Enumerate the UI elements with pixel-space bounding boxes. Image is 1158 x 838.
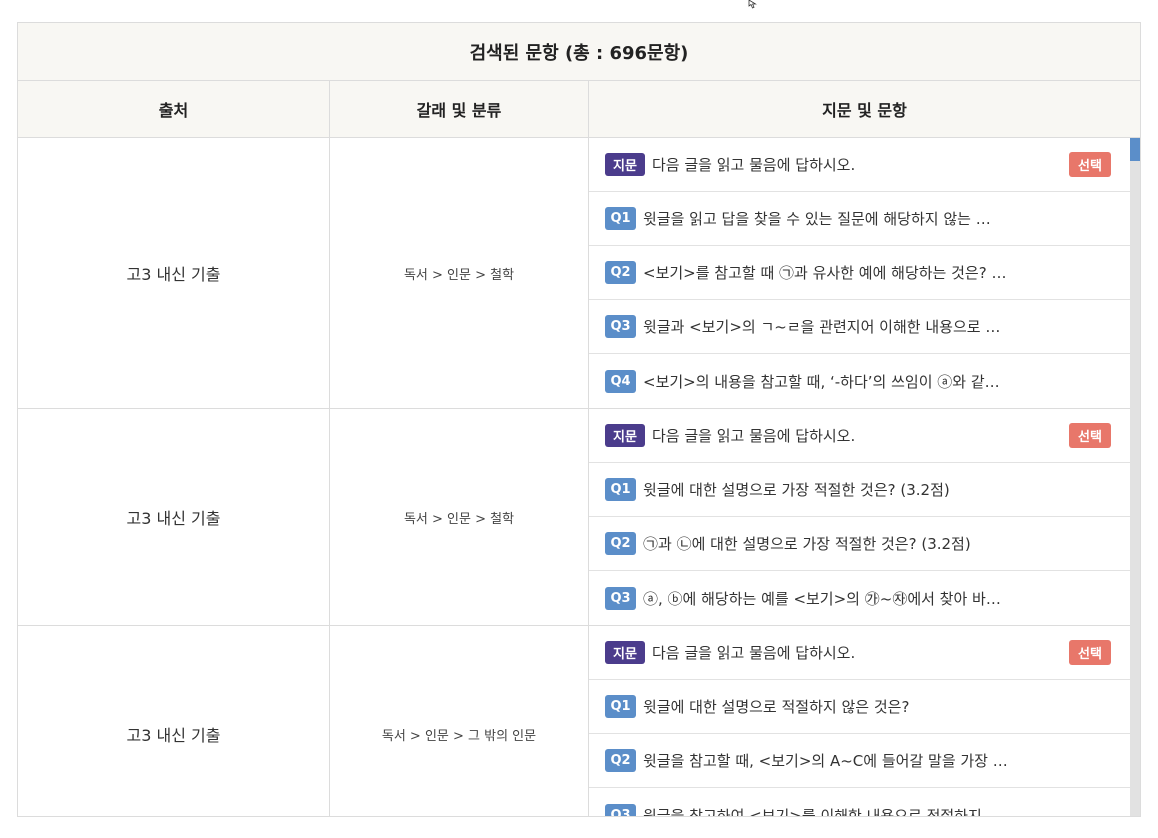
question-row[interactable]: Q4 <보기>의 내용을 참고할 때, ‘-하다’의 쓰임이 ⓐ와 같…	[589, 354, 1131, 408]
question-list: 지문 다음 글을 읽고 물음에 답하시오. 선택 Q1 윗글을 읽고 답을 찾을 수 있…	[589, 138, 1131, 408]
question-text[interactable]: 윗글을 읽고 답을 찾을 수 있는 질문에 해당하지 않는 …	[643, 208, 991, 229]
select-button[interactable]: 선택	[1069, 640, 1111, 665]
group-list: 고3 내신 기출 독서 > 인문 > 철학 지문 다음 글을 읽고 물음에 답하시오.…	[18, 138, 1140, 816]
passage-badge: 지문	[605, 153, 645, 176]
question-row[interactable]: Q2 윗글을 참고할 때, <보기>의 A~C에 들어갈 말을 가장 …	[589, 734, 1131, 788]
question-text[interactable]: ㉠과 ㉡에 대한 설명으로 가장 적절한 것은? (3.2점)	[643, 533, 971, 554]
question-number-badge: Q3	[605, 315, 636, 338]
question-number-badge: Q2	[605, 749, 636, 772]
question-list: 지문 다음 글을 읽고 물음에 답하시오. 선택 Q1 윗글에 대한 설명으로 적절하지…	[589, 626, 1131, 816]
question-list: 지문 다음 글을 읽고 물음에 답하시오. 선택 Q1 윗글에 대한 설명으로 가장 적…	[589, 409, 1131, 625]
question-row[interactable]: Q3 ⓐ, ⓑ에 해당하는 예를 <보기>의 ㉮~㉶에서 찾아 바…	[589, 571, 1131, 625]
passage-text[interactable]: 다음 글을 읽고 물음에 답하시오.	[652, 425, 855, 446]
question-number-badge: Q2	[605, 261, 636, 284]
passage-badge: 지문	[605, 641, 645, 664]
question-number-badge: Q1	[605, 695, 636, 718]
question-text[interactable]: 윗글에 대한 설명으로 적절하지 않은 것은?	[643, 696, 909, 717]
question-row[interactable]: Q1 윗글에 대한 설명으로 적절하지 않은 것은?	[589, 680, 1131, 734]
select-button[interactable]: 선택	[1069, 423, 1111, 448]
question-row[interactable]: Q3 윗글을 참고하여 <보기>를 이해한 내용으로 적절하지 …	[589, 788, 1131, 816]
question-group: 고3 내신 기출 독서 > 인문 > 철학 지문 다음 글을 읽고 물음에 답하시오.…	[18, 409, 1140, 626]
question-text[interactable]: <보기>를 참고할 때 ㉠과 유사한 예에 해당하는 것은? …	[643, 262, 1006, 283]
question-row[interactable]: Q1 윗글에 대한 설명으로 가장 적절한 것은? (3.2점)	[589, 463, 1131, 517]
question-text[interactable]: 윗글을 참고하여 <보기>를 이해한 내용으로 적절하지 …	[643, 805, 1002, 817]
result-title: 검색된 문항 (총 : 696문항)	[18, 23, 1140, 81]
source-cell: 고3 내신 기출	[18, 138, 330, 408]
question-number-badge: Q1	[605, 478, 636, 501]
source-cell: 고3 내신 기출	[18, 626, 330, 816]
question-row[interactable]: Q2 ㉠과 ㉡에 대한 설명으로 가장 적절한 것은? (3.2점)	[589, 517, 1131, 571]
question-text[interactable]: 윗글을 참고할 때, <보기>의 A~C에 들어갈 말을 가장 …	[643, 750, 1008, 771]
category-cell: 독서 > 인문 > 그 밖의 인문	[330, 626, 589, 816]
question-number-badge: Q4	[605, 369, 636, 393]
question-text[interactable]: 윗글과 <보기>의 ㄱ~ㄹ을 관련지어 이해한 내용으로 …	[643, 316, 1000, 337]
table-header: 출처 갈래 및 분류 지문 및 문항	[18, 81, 1140, 138]
mouse-cursor-icon	[748, 0, 757, 9]
category-cell: 독서 > 인문 > 철학	[330, 409, 589, 625]
question-group: 고3 내신 기출 독서 > 인문 > 철학 지문 다음 글을 읽고 물음에 답하시오.…	[18, 138, 1140, 409]
question-number-badge: Q1	[605, 207, 636, 230]
header-category: 갈래 및 분류	[330, 81, 589, 137]
passage-text[interactable]: 다음 글을 읽고 물음에 답하시오.	[652, 154, 855, 175]
question-number-badge: Q3	[605, 586, 636, 610]
table-body[interactable]: 고3 내신 기출 독서 > 인문 > 철학 지문 다음 글을 읽고 물음에 답하시오.…	[18, 138, 1140, 816]
passage-badge: 지문	[605, 424, 645, 447]
scrollbar-track[interactable]	[1130, 138, 1140, 816]
scrollbar-thumb[interactable]	[1130, 138, 1140, 161]
header-questions: 지문 및 문항	[822, 101, 907, 120]
question-number-badge: Q3	[605, 803, 636, 816]
question-text[interactable]: <보기>의 내용을 참고할 때, ‘-하다’의 쓰임이 ⓐ와 같…	[643, 371, 1000, 392]
question-text[interactable]: 윗글에 대한 설명으로 가장 적절한 것은? (3.2점)	[643, 479, 950, 500]
question-row[interactable]: Q3 윗글과 <보기>의 ㄱ~ㄹ을 관련지어 이해한 내용으로 …	[589, 300, 1131, 354]
question-group: 고3 내신 기출 독서 > 인문 > 그 밖의 인문 지문 다음 글을 읽고 물음에 …	[18, 626, 1140, 816]
question-row[interactable]: Q1 윗글을 읽고 답을 찾을 수 있는 질문에 해당하지 않는 …	[589, 192, 1131, 246]
question-text[interactable]: ⓐ, ⓑ에 해당하는 예를 <보기>의 ㉮~㉶에서 찾아 바…	[643, 588, 1001, 609]
question-number-badge: Q2	[605, 532, 636, 555]
question-row[interactable]: Q2 <보기>를 참고할 때 ㉠과 유사한 예에 해당하는 것은? …	[589, 246, 1131, 300]
passage-row[interactable]: 지문 다음 글을 읽고 물음에 답하시오. 선택	[589, 626, 1131, 680]
header-source: 출처	[18, 81, 330, 137]
select-button[interactable]: 선택	[1069, 152, 1111, 177]
question-search-panel: 검색된 문항 (총 : 696문항) 출처 갈래 및 분류 지문 및 문항 고3…	[17, 22, 1141, 817]
source-cell: 고3 내신 기출	[18, 409, 330, 625]
passage-row[interactable]: 지문 다음 글을 읽고 물음에 답하시오. 선택	[589, 138, 1131, 192]
passage-row[interactable]: 지문 다음 글을 읽고 물음에 답하시오. 선택	[589, 409, 1131, 463]
passage-text[interactable]: 다음 글을 읽고 물음에 답하시오.	[652, 642, 855, 663]
category-cell: 독서 > 인문 > 철학	[330, 138, 589, 408]
